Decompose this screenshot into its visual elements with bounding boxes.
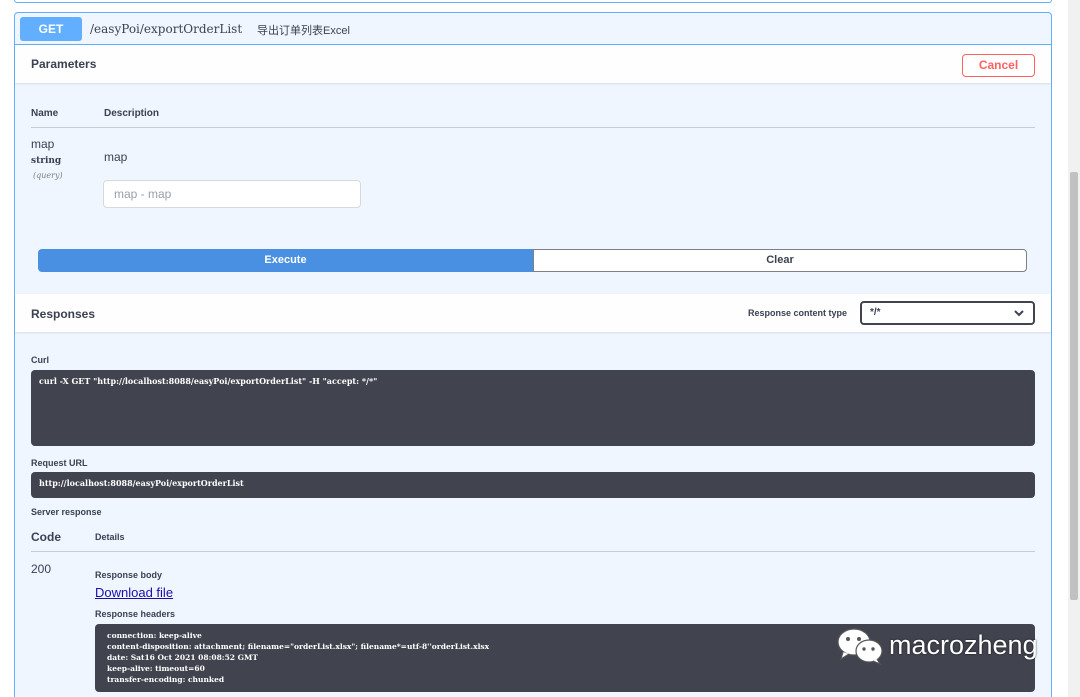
curl-label: Curl <box>31 355 49 365</box>
details-header: Details <box>95 532 125 542</box>
request-url-label: Request URL <box>31 458 88 468</box>
response-table-header: Code Details <box>31 526 1035 552</box>
parameter-location: (query) <box>33 171 63 180</box>
server-response-label: Server response <box>31 507 102 517</box>
download-file-link[interactable]: Download file <box>95 585 173 600</box>
execute-button[interactable]: Execute <box>38 249 533 272</box>
curl-code-block: curl -X GET "http://localhost:8088/easyP… <box>31 370 1035 446</box>
operation-block-get: GET /easyPoi/exportOrderList 导出订单列表Excel… <box>14 12 1052 697</box>
response-code: 200 <box>31 562 52 576</box>
parameters-header: Parameters Cancel <box>15 45 1051 83</box>
watermark-text: macrozheng <box>889 630 1038 660</box>
column-name: Name <box>31 108 59 119</box>
wechat-icon <box>837 628 883 666</box>
responses-title: Responses <box>31 307 96 321</box>
previous-operation-edge <box>14 0 1052 3</box>
header-line: date: Sat16 Oct 2021 08:08:52 GMT <box>107 653 258 662</box>
response-headers-label: Response headers <box>95 609 176 619</box>
vertical-scrollbar[interactable] <box>1068 0 1080 697</box>
header-line: transfer-encoding: chunked <box>107 675 225 684</box>
header-line: content-disposition: attachment; filenam… <box>107 642 490 651</box>
header-line: keep-alive: timeout=60 <box>107 664 205 673</box>
response-body-label: Response body <box>95 570 163 580</box>
map-parameter-input[interactable] <box>103 180 361 208</box>
cancel-button[interactable]: Cancel <box>962 54 1035 77</box>
method-badge: GET <box>20 17 82 41</box>
response-content-type-label: Response content type <box>748 308 848 318</box>
parameter-name: map <box>31 137 55 151</box>
code-header: Code <box>31 530 61 544</box>
column-description: Description <box>104 108 160 119</box>
clear-button[interactable]: Clear <box>533 249 1027 272</box>
operation-path: /easyPoi/exportOrderList <box>90 22 243 36</box>
response-content-type-select[interactable]: */* <box>860 301 1035 325</box>
chevron-down-icon <box>1014 310 1024 317</box>
parameters-table-header: Name Description <box>31 106 1035 128</box>
scrollbar-thumb[interactable] <box>1070 172 1078 600</box>
execute-wrapper: Execute Clear <box>38 249 1028 272</box>
parameter-type: string <box>31 156 62 166</box>
operation-summary-text: 导出订单列表Excel <box>257 25 350 37</box>
header-line: connection: keep-alive <box>107 631 202 640</box>
parameter-description: map <box>104 150 128 164</box>
parameters-title: Parameters <box>31 57 97 71</box>
response-content-type-value: */* <box>870 307 881 318</box>
operation-summary[interactable]: GET /easyPoi/exportOrderList 导出订单列表Excel <box>15 13 1051 45</box>
request-url-block: http://localhost:8088/easyPoi/exportOrde… <box>31 472 1035 498</box>
